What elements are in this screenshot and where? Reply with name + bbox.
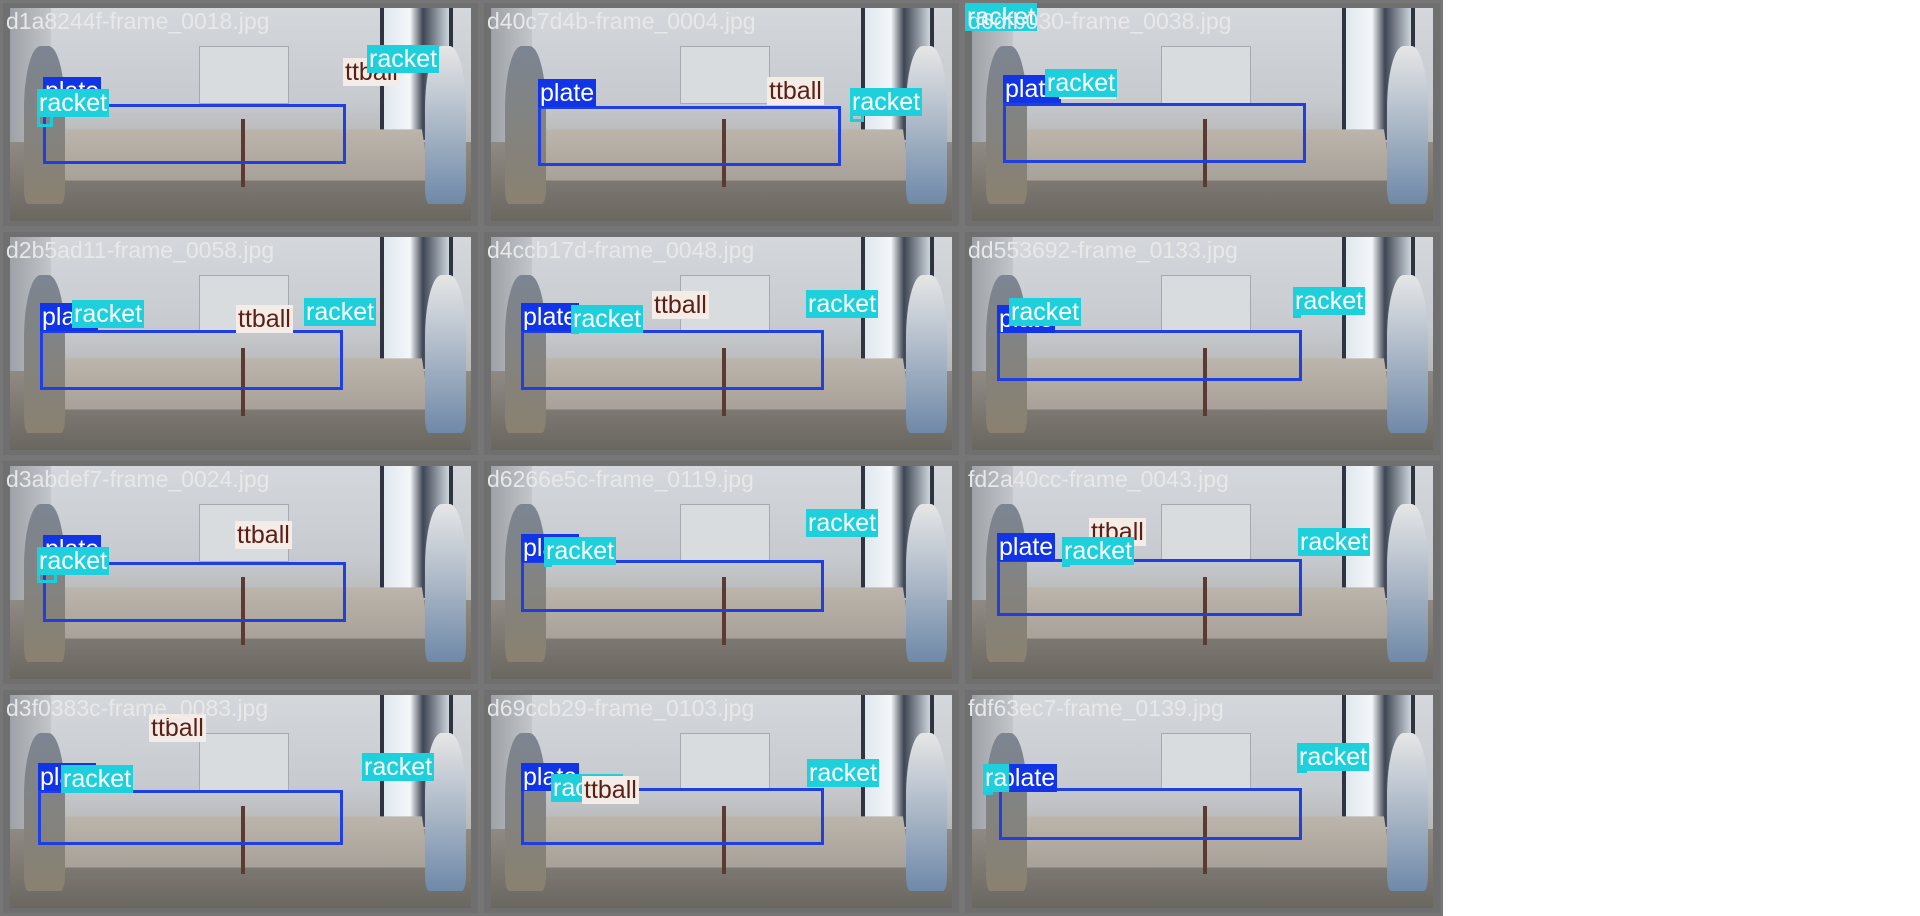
racket-label: racket: [72, 300, 145, 328]
racket-label: racket: [1009, 298, 1082, 326]
player-right-scene: [905, 275, 948, 433]
frame-tile: fd2a40cc-frame_0043.jpg plate ttball racket…: [962, 458, 1443, 687]
racket-label: racket: [1297, 743, 1370, 771]
ball-label: ttball: [767, 77, 824, 105]
frame-filename: d40c7d4b-frame_0004.jpg: [487, 8, 756, 34]
frame-filename: fd2a40cc-frame_0043.jpg: [968, 466, 1229, 492]
whiteboard-scene: [199, 733, 289, 791]
frame-tile: d3f0383c-frame_0083.jpgplateracketttball…: [0, 687, 481, 916]
whiteboard-scene: [680, 504, 770, 562]
plate-bounding-box: [38, 790, 343, 845]
image-grid: d1a8244f-frame_0018.jpgplateracketttball…: [0, 0, 1444, 916]
racket-label: racket: [850, 88, 923, 116]
racket-label: racket: [807, 759, 880, 787]
whiteboard-scene: [199, 46, 289, 104]
player-right-scene: [1386, 504, 1429, 662]
plate-bounding-box: [997, 330, 1302, 381]
plate-label: plate: [997, 533, 1056, 561]
frame-filename: d3abdef7-frame_0024.jpg: [6, 466, 270, 492]
frame-tile: d6266e5c-frame_0119.jpgplateracketracket: [481, 458, 962, 687]
ball-label: ttball: [236, 305, 293, 333]
frame-filename: d4ccb17d-frame_0048.jpg: [487, 237, 755, 263]
racket-label: racket: [37, 89, 110, 117]
plate-bounding-box: [521, 560, 824, 612]
frame-tile: d6dfb030-frame_0038.jpgplatettballracket…: [962, 0, 1443, 229]
frame-filename: d6dfb030-frame_0038.jpg: [968, 8, 1232, 34]
frame-filename: d1a8244f-frame_0018.jpg: [6, 8, 270, 34]
racket-label: racket: [362, 753, 435, 781]
frame-tile: fdf63ec7-frame_0139.jpg plate ra racket: [962, 687, 1443, 916]
player-right-scene: [905, 46, 948, 204]
racket-label: racket: [304, 298, 377, 326]
frame-tile: d40c7d4b-frame_0004.jpgplate ttball racket: [481, 0, 962, 229]
whiteboard-scene: [680, 46, 770, 104]
racket-label: ra: [983, 764, 1010, 792]
racket-label: racket: [806, 509, 879, 537]
frame-tile: d4ccb17d-frame_0048.jpg plate racket ttball…: [481, 229, 962, 458]
frame-filename: d6266e5c-frame_0119.jpg: [487, 466, 754, 492]
frame-filename: d3f0383c-frame_0083.jpg: [6, 695, 269, 721]
plate-bounding-box: [521, 330, 824, 390]
plate-bounding-box: [999, 788, 1302, 840]
plate-bounding-box: [538, 106, 841, 166]
whiteboard-scene: [1161, 46, 1251, 104]
racket-label: racket: [1298, 528, 1371, 556]
whiteboard-scene: [1161, 733, 1251, 791]
frame-filename: d69ccb29-frame_0103.jpg: [487, 695, 755, 721]
racket-label: racket: [806, 290, 879, 318]
frame-tile: d69ccb29-frame_0103.jpgplateracketttball…: [481, 687, 962, 916]
player-right-scene: [1386, 733, 1429, 891]
frame-tile: d1a8244f-frame_0018.jpgplateracketttball…: [0, 0, 481, 229]
frame-filename: dd553692-frame_0133.jpg: [968, 237, 1238, 263]
plate-label: plate: [538, 79, 597, 107]
whiteboard-scene: [680, 733, 770, 791]
whiteboard-scene: [1161, 504, 1251, 562]
frame-tile: d2b5ad11-frame_0058.jpg plate racket ttball…: [0, 229, 481, 458]
ball-label: ttball: [652, 291, 709, 319]
ball-label: ttball: [235, 521, 292, 549]
plate-bounding-box: [1003, 103, 1306, 163]
player-right-scene: [905, 504, 948, 662]
whiteboard-scene: [1161, 275, 1251, 333]
player-right-scene: [1386, 275, 1429, 433]
racket-label: racket: [37, 547, 110, 575]
racket-label: racket: [61, 765, 134, 793]
racket-label: racket: [1045, 69, 1118, 97]
player-right-scene: [424, 504, 467, 662]
racket-label: racket: [1293, 287, 1366, 315]
player-right-scene: [424, 275, 467, 433]
player-right-scene: [905, 733, 948, 891]
frame-filename: fdf63ec7-frame_0139.jpg: [968, 695, 1224, 721]
frame-tile: d3abdef7-frame_0024.jpgplateracketttball: [0, 458, 481, 687]
ball-label: ttball: [582, 776, 639, 804]
racket-label: racket: [571, 305, 644, 333]
racket-label: racket: [544, 537, 617, 565]
racket-label: racket: [367, 45, 440, 73]
plate-bounding-box: [997, 559, 1302, 616]
frame-tile: dd553692-frame_0133.jpgplateracketracket: [962, 229, 1443, 458]
frame-filename: d2b5ad11-frame_0058.jpg: [6, 237, 275, 263]
plate-bounding-box: [40, 330, 343, 390]
player-right-scene: [1386, 46, 1429, 204]
racket-label: racket: [1062, 537, 1135, 565]
